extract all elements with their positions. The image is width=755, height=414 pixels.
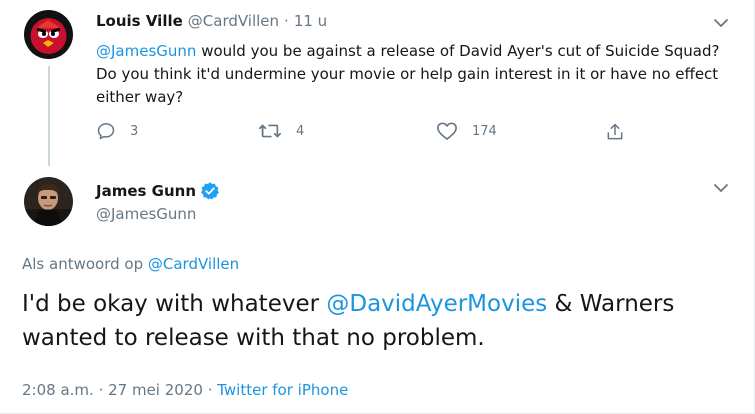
tweet-main-header: James Gunn <box>96 181 220 201</box>
tweet-parent-text: @JamesGunn would you be against a releas… <box>96 40 726 109</box>
avatar-louis-ville[interactable] <box>24 10 73 59</box>
chevron-down-icon[interactable] <box>711 178 731 198</box>
tweet-conversation: Louis Ville @CardVillen · 11 u @JamesGun… <box>0 0 755 414</box>
reply-icon <box>97 123 115 140</box>
replying-mention-link[interactable]: @CardVillen <box>148 255 239 273</box>
avatar-james-gunn[interactable] <box>24 177 73 226</box>
tweet-parent-header: Louis Ville @CardVillen · 11 u <box>96 12 327 30</box>
heart-icon <box>437 122 457 140</box>
verified-badge-icon <box>201 182 219 200</box>
tweet-meta-footer: 2:08 a.m. · 27 mei 2020 · Twitter for iP… <box>22 381 348 399</box>
timestamp[interactable]: 11 u <box>294 12 327 30</box>
author-name[interactable]: James Gunn <box>96 182 196 200</box>
tweet-time[interactable]: 2:08 a.m. <box>22 381 94 399</box>
tweet-text-part: I'd be okay with whatever <box>22 291 327 317</box>
mention-link[interactable]: @JamesGunn <box>96 42 196 60</box>
reply-count: 3 <box>130 123 139 139</box>
tweet-date[interactable]: 27 mei 2020 <box>108 381 203 399</box>
retweet-button[interactable]: 4 <box>258 121 304 141</box>
separator-dot: · <box>93 381 109 399</box>
like-count: 174 <box>472 123 497 139</box>
author-handle[interactable]: @JamesGunn <box>96 205 196 223</box>
tweet-main-text: I'd be okay with whatever @DavidAyerMovi… <box>22 287 742 355</box>
thread-connector-line <box>48 66 50 166</box>
tweet-source-link[interactable]: Twitter for iPhone <box>217 381 348 399</box>
retweet-icon <box>259 124 281 138</box>
replying-prefix: Als antwoord op <box>22 255 148 273</box>
retweet-count: 4 <box>296 123 305 139</box>
tweet-main-handle-row: @JamesGunn <box>96 205 196 223</box>
author-name[interactable]: Louis Ville <box>96 12 183 30</box>
reply-button[interactable]: 3 <box>96 121 138 141</box>
separator-dot: · <box>202 381 218 399</box>
share-icon[interactable] <box>605 122 625 142</box>
like-button[interactable]: 174 <box>436 121 497 141</box>
chevron-down-icon[interactable] <box>711 13 731 33</box>
mention-link[interactable]: @DavidAyerMovies <box>326 291 547 317</box>
author-handle[interactable]: @CardVillen <box>188 12 279 30</box>
replying-to-line: Als antwoord op @CardVillen <box>22 255 239 273</box>
separator-dot: · <box>284 12 289 30</box>
